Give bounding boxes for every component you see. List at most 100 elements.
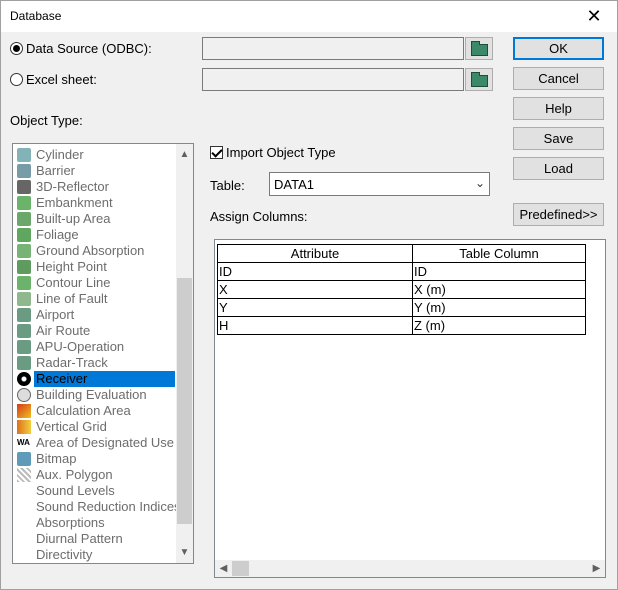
excel-radio[interactable] [10,73,23,86]
list-item-label: Radar-Track [36,355,108,370]
table-select[interactable]: DATA1 ⌄ [269,172,490,196]
list-item[interactable]: Built-up Area [15,211,176,227]
list-item[interactable]: Barrier [15,163,176,179]
scroll-down-icon[interactable]: ▼ [176,544,193,561]
scroll-left-icon[interactable]: ◀ [215,560,232,577]
import-object-type-checkbox[interactable] [210,146,223,159]
list-item-label: Cylinder [36,147,84,162]
table-label: Table: [210,178,245,193]
apu-operation-icon [17,340,31,354]
scroll-up-icon[interactable]: ▲ [176,146,193,163]
building-evaluation-icon [17,388,31,402]
grid-horizontal-scrollbar[interactable]: ◀ ▶ [215,560,605,577]
list-item[interactable]: Embankment [15,195,176,211]
excel-source-field[interactable] [202,68,464,91]
list-item[interactable]: Air Route [15,323,176,339]
list-item[interactable]: Ground Absorption [15,243,176,259]
table-column-cell[interactable]: ID [412,262,586,281]
odbc-source-field[interactable] [202,37,464,60]
database-dialog: Database ✕ Data Source (ODBC): Excel she… [0,0,618,590]
scroll-right-icon[interactable]: ▶ [588,560,605,577]
aux-polygon-icon [17,468,31,482]
list-item[interactable]: Directivity [15,547,176,563]
table-column-cell[interactable]: Z (m) [412,316,586,335]
built-up-area-icon [17,212,31,226]
list-item-label: Barrier [36,163,76,178]
list-scrollbar[interactable]: ▲ ▼ [176,144,193,563]
object-type-list[interactable]: Cylinder Barrier 3D-Reflector Embankment Bui… [12,143,194,564]
list-item[interactable]: Receiver [15,371,176,387]
list-item-label: Calculation Area [36,403,131,418]
list-item[interactable]: WA Area of Designated Use [15,435,176,451]
3d-reflector-icon [17,180,31,194]
title-bar: Database ✕ [1,1,617,32]
barrier-icon [17,164,31,178]
radar-track-icon [17,356,31,370]
list-item[interactable]: Contour Line [15,275,176,291]
column-header-attribute[interactable]: Attribute [217,244,413,263]
table-row[interactable]: ID ID [217,262,586,281]
list-item[interactable]: Calculation Area [15,403,176,419]
table-row[interactable]: H Z (m) [217,316,586,335]
ok-button[interactable]: OK [513,37,604,60]
column-header-table-column[interactable]: Table Column [412,244,586,263]
list-item[interactable]: Cylinder [15,147,176,163]
excel-label: Excel sheet: [26,72,97,87]
assign-columns-grid[interactable]: Attribute Table Column ID ID X X (m) Y Y… [214,239,606,578]
list-item[interactable]: Height Point [15,259,176,275]
height-point-icon [17,260,31,274]
list-item-label: Vertical Grid [36,419,107,434]
air-route-icon [17,324,31,338]
scrollbar-thumb[interactable] [177,278,192,524]
folder-icon [471,41,488,56]
table-value: DATA1 [274,177,314,192]
list-item[interactable]: Sound Reduction Indices [15,499,181,515]
list-item[interactable]: Airport [15,307,176,323]
list-item[interactable]: Aux. Polygon [15,467,176,483]
list-item[interactable]: APU-Operation [15,339,176,355]
list-item-label: Receiver [34,371,175,387]
predefined-button[interactable]: Predefined>> [513,203,604,226]
list-item-label: Height Point [36,259,107,274]
list-item-label: Foliage [36,227,79,242]
table-column-cell[interactable]: X (m) [412,280,586,299]
list-item-label: Built-up Area [36,211,111,226]
list-item-label: Airport [36,307,75,322]
scrollbar-thumb[interactable] [232,561,249,576]
list-item[interactable]: Line of Fault [15,291,176,307]
table-column-cell[interactable]: Y (m) [412,298,586,317]
cylinder-icon [17,148,31,162]
odbc-label: Data Source (ODBC): [26,41,152,56]
attribute-cell[interactable]: Y [217,298,413,317]
list-item[interactable]: Building Evaluation [15,387,176,403]
attribute-cell[interactable]: X [217,280,413,299]
list-item[interactable]: Foliage [15,227,176,243]
list-item-label: Area of Designated Use [36,435,175,450]
embankment-icon [17,196,31,210]
odbc-browse-button[interactable] [465,37,493,60]
attribute-cell[interactable]: ID [217,262,413,281]
list-item-label: Directivity [36,547,93,562]
excel-browse-button[interactable] [465,68,493,91]
list-item[interactable]: 3D-Reflector [15,179,176,195]
attribute-cell[interactable]: H [217,316,413,335]
list-item[interactable]: Vertical Grid [15,419,176,435]
close-icon[interactable]: ✕ [571,1,617,32]
table-row[interactable]: X X (m) [217,280,586,299]
list-item-label: Aux. Polygon [36,467,113,482]
list-item[interactable]: Radar-Track [15,355,176,371]
cancel-button[interactable]: Cancel [513,67,604,90]
load-button[interactable]: Load [513,157,604,180]
list-item-label: Line of Fault [36,291,108,306]
help-button[interactable]: Help [513,97,604,120]
list-item-label: Absorptions [36,515,105,530]
table-row[interactable]: Y Y (m) [217,298,586,317]
list-item[interactable]: Bitmap [15,451,176,467]
list-item[interactable]: Absorptions [15,515,176,531]
columns-table: Attribute Table Column ID ID X X (m) Y Y… [217,244,586,335]
object-type-label: Object Type: [10,113,83,128]
list-item[interactable]: Sound Levels [15,483,176,499]
list-item[interactable]: Diurnal Pattern [15,531,176,547]
save-button[interactable]: Save [513,127,604,150]
odbc-radio[interactable] [10,42,23,55]
